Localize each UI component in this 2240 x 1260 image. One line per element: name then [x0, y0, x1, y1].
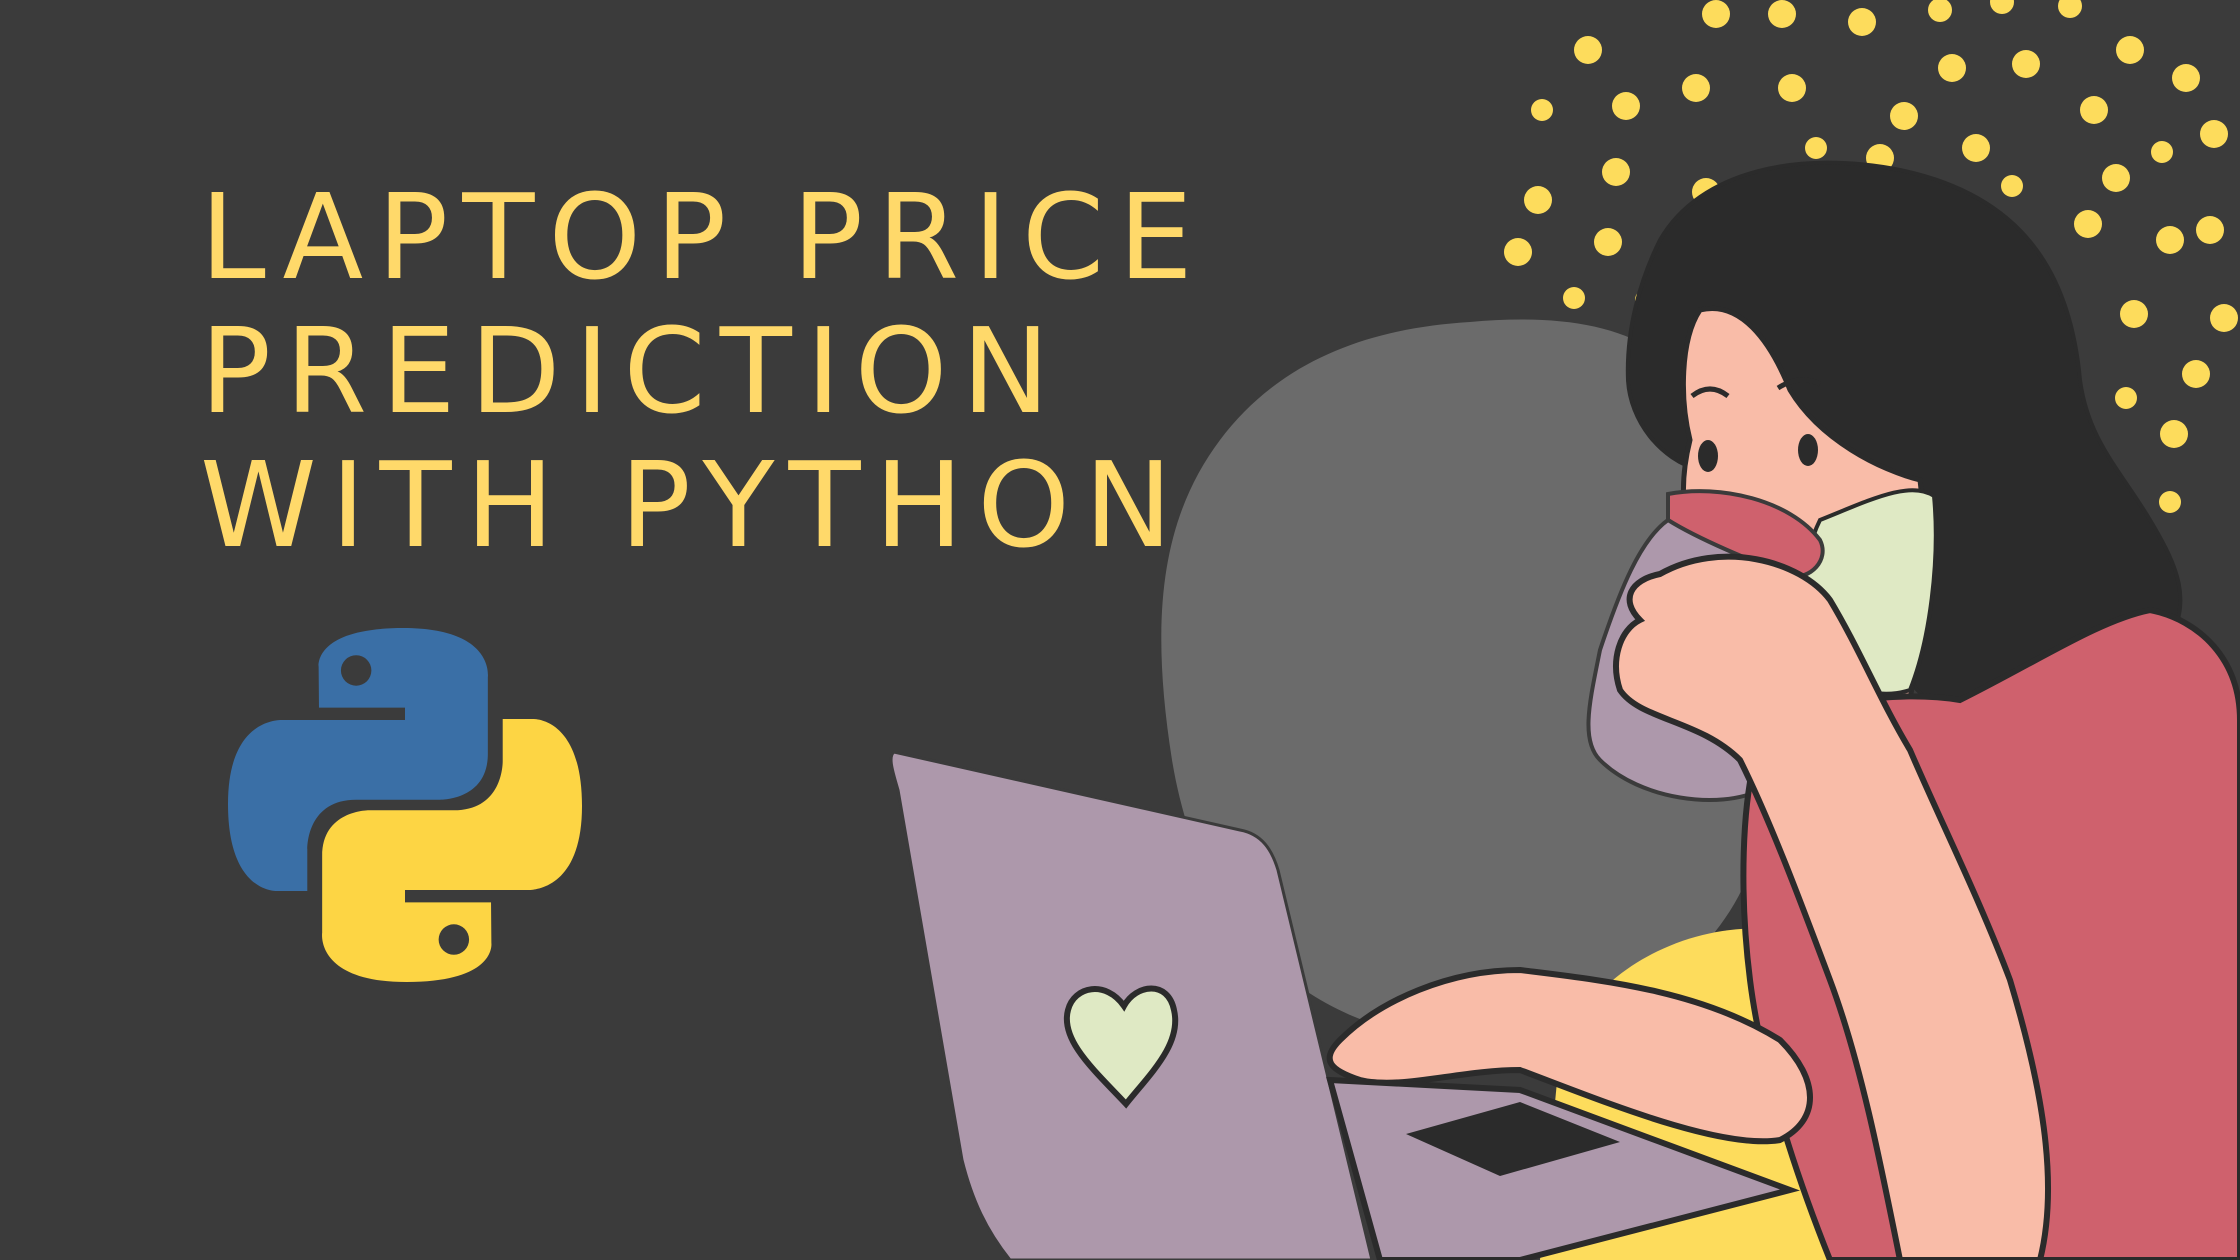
right-eye: [1798, 434, 1818, 466]
woman-with-laptop-illustration: [889, 0, 2240, 1260]
left-eye: [1698, 440, 1718, 472]
thumbnail-canvas: LAPTOP PRICE PREDICTION WITH PYTHON: [0, 0, 2240, 1260]
